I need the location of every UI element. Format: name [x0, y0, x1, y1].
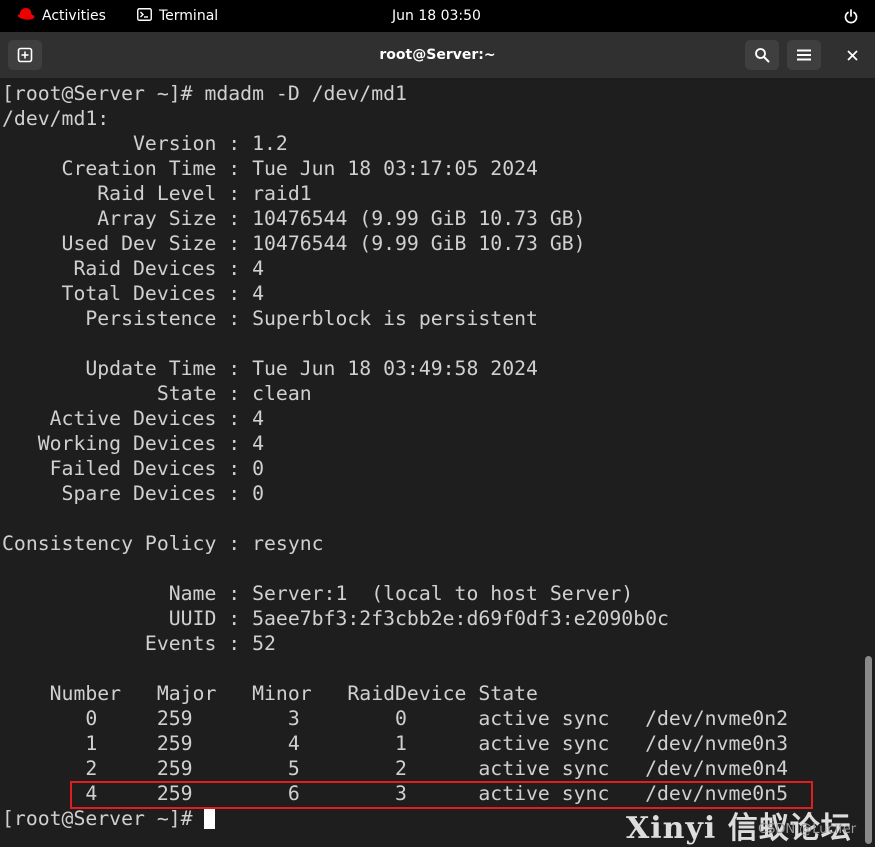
activities-button[interactable]: Activities — [17, 0, 106, 32]
output-line: Failed Devices : 0 — [2, 457, 265, 480]
output-line: Working Devices : 4 — [2, 432, 265, 455]
terminal-output[interactable]: [root@Server ~]# mdadm -D /dev/md1 /dev/… — [0, 79, 862, 847]
output-line: UUID : 5aee7bf3:2f3cbb2e:d69f0df3:e2090b… — [2, 607, 669, 630]
output-line: /dev/md1: — [2, 107, 110, 130]
search-icon — [755, 48, 770, 63]
menu-button[interactable] — [787, 40, 821, 70]
output-line: [root@Server ~]# mdadm -D /dev/md1 — [2, 82, 407, 105]
output-line: 4 259 6 3 active sync /dev/nvme0n5 — [2, 782, 789, 805]
window-titlebar: root@Server:~ — [0, 32, 875, 79]
search-button[interactable] — [745, 40, 779, 70]
prompt: [root@Server ~]# — [2, 807, 205, 830]
activities-label: Activities — [42, 8, 106, 24]
output-line: 0 259 3 0 active sync /dev/nvme0n2 — [2, 707, 789, 730]
close-icon — [846, 49, 858, 61]
output-line: Raid Devices : 4 — [2, 257, 265, 280]
output-line: Update Time : Tue Jun 18 03:49:58 2024 — [2, 357, 538, 380]
power-icon[interactable] — [844, 0, 858, 32]
output-line: Raid Level : raid1 — [2, 182, 312, 205]
output-line: Consistency Policy : resync — [2, 532, 324, 555]
output-line: Total Devices : 4 — [2, 282, 265, 305]
output-line: Persistence : Superblock is persistent — [2, 307, 538, 330]
output-line: Name : Server:1 (local to host Server) — [2, 582, 634, 605]
scrollbar-thumb[interactable] — [865, 656, 872, 844]
output-line: Array Size : 10476544 (9.99 GiB 10.73 GB… — [2, 207, 586, 230]
output-line: 2 259 5 2 active sync /dev/nvme0n4 — [2, 757, 789, 780]
terminal-app-icon — [137, 7, 152, 25]
output-line: Version : 1.2 — [2, 132, 288, 155]
text-cursor — [204, 807, 216, 829]
output-line: 1 259 4 1 active sync /dev/nvme0n3 — [2, 732, 789, 755]
output-line: Number Major Minor RaidDevice State — [2, 682, 538, 705]
window-title: root@Server:~ — [379, 47, 496, 63]
output-line: Creation Time : Tue Jun 18 03:17:05 2024 — [2, 157, 538, 180]
output-line: Events : 52 — [2, 632, 276, 655]
redhat-logo-icon — [17, 7, 35, 25]
output-line: State : clean — [2, 382, 312, 405]
terminal-app-label: Terminal — [159, 8, 219, 24]
gnome-top-bar: Activities Terminal Jun 18 03:50 — [0, 0, 875, 32]
new-tab-button[interactable] — [8, 40, 42, 70]
watermark-sub: CSDN @Lucifer — [758, 822, 857, 837]
close-button[interactable] — [835, 40, 869, 70]
app-menu-terminal[interactable]: Terminal — [137, 0, 218, 32]
output-line: Spare Devices : 0 — [2, 482, 265, 505]
terminal-scrollbar[interactable] — [862, 79, 875, 847]
clock[interactable]: Jun 18 03:50 — [392, 0, 481, 32]
output-line: Active Devices : 4 — [2, 407, 265, 430]
hamburger-icon — [797, 49, 811, 61]
output-line: Used Dev Size : 10476544 (9.99 GiB 10.73… — [2, 232, 586, 255]
new-tab-icon — [17, 47, 33, 63]
